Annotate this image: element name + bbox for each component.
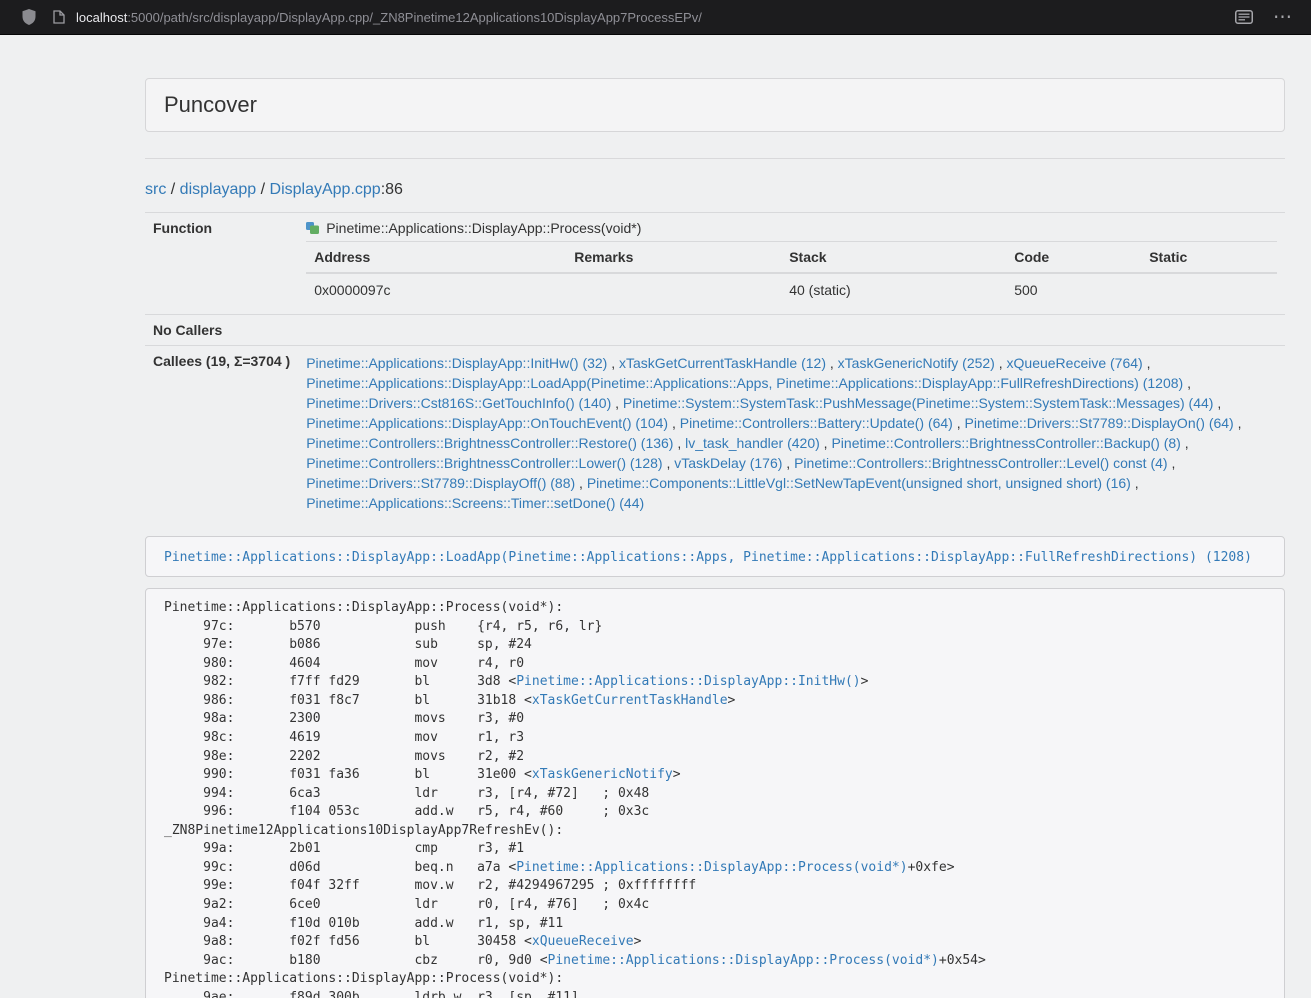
- callee-separator: ,: [611, 395, 623, 411]
- callee-link[interactable]: Pinetime::Applications::DisplayApp::OnTo…: [306, 415, 668, 431]
- stats-column-header: Address: [306, 242, 566, 274]
- stats-cell: 500: [1006, 273, 1141, 307]
- page-title: Puncover: [164, 92, 1266, 118]
- stats-row: 0x0000097c 40 (static)500: [306, 273, 1277, 307]
- breadcrumb-item[interactable]: DisplayApp.cpp: [270, 181, 381, 198]
- callee-link[interactable]: xTaskGenericNotify (252): [838, 355, 995, 371]
- shield-icon[interactable]: [22, 9, 36, 25]
- code-symbol-link[interactable]: Pinetime::Applications::DisplayApp::Proc…: [516, 860, 907, 875]
- callee-link[interactable]: Pinetime::Drivers::Cst816S::GetTouchInfo…: [306, 395, 611, 411]
- stats-column-header: Code: [1006, 242, 1141, 274]
- stats-column-header: Remarks: [566, 242, 781, 274]
- code-symbol-link[interactable]: Pinetime::Applications::DisplayApp::Init…: [516, 674, 860, 689]
- callee-separator: ,: [1131, 475, 1139, 491]
- callee-separator: ,: [673, 435, 685, 451]
- code-symbol-link[interactable]: xTaskGenericNotify: [532, 767, 673, 782]
- callees-list: Pinetime::Applications::DisplayApp::Init…: [298, 346, 1285, 521]
- function-icon: [306, 222, 319, 234]
- code-symbol-link[interactable]: Pinetime::Applications::DisplayApp::Proc…: [548, 953, 939, 968]
- disassembly-block: Pinetime::Applications::DisplayApp::Proc…: [145, 588, 1285, 998]
- callee-link[interactable]: Pinetime::Applications::Screens::Timer::…: [306, 495, 644, 511]
- function-row: Function Pinetime::Applications::Display…: [145, 213, 1285, 315]
- callee-separator: ,: [1181, 435, 1189, 451]
- callee-link[interactable]: Pinetime::System::SystemTask::PushMessag…: [623, 395, 1214, 411]
- callee-link[interactable]: Pinetime::Applications::DisplayApp::Load…: [306, 375, 1183, 391]
- callee-separator: ,: [782, 455, 794, 471]
- function-stats-table: AddressRemarksStackCodeStatic 0x0000097c…: [306, 241, 1277, 307]
- callee-link[interactable]: Pinetime::Components::LittleVgl::SetNewT…: [587, 475, 1131, 491]
- stats-column-header: Stack: [781, 242, 1006, 274]
- highlighted-symbol-panel: Pinetime::Applications::DisplayApp::Load…: [145, 536, 1285, 577]
- callee-separator: ,: [1234, 415, 1242, 431]
- no-callers-label: No Callers: [145, 315, 298, 346]
- callee-link[interactable]: Pinetime::Controllers::Battery::Update()…: [680, 415, 953, 431]
- breadcrumb-separator: /: [256, 181, 269, 198]
- function-table: Function Pinetime::Applications::Display…: [145, 212, 1285, 520]
- callee-separator: ,: [668, 415, 680, 431]
- breadcrumb-item[interactable]: src: [145, 181, 166, 198]
- breadcrumb-item[interactable]: displayapp: [180, 181, 257, 198]
- callees-label: Callees (19, Σ=3704 ): [145, 346, 298, 521]
- callee-link[interactable]: lv_task_handler (420): [685, 435, 820, 451]
- callee-link[interactable]: Pinetime::Controllers::BrightnessControl…: [306, 435, 673, 451]
- callee-link[interactable]: vTaskDelay (176): [674, 455, 782, 471]
- reader-view-icon[interactable]: [1235, 10, 1253, 24]
- callee-separator: ,: [995, 355, 1007, 371]
- page-icon: [53, 10, 65, 24]
- stats-column-header: Static: [1141, 242, 1277, 274]
- stats-header-row: AddressRemarksStackCodeStatic: [306, 242, 1277, 274]
- breadcrumb-line-number: :86: [381, 181, 403, 198]
- callee-separator: ,: [1213, 395, 1221, 411]
- callee-link[interactable]: Pinetime::Drivers::St7789::DisplayOn() (…: [965, 415, 1234, 431]
- code-symbol-link[interactable]: xTaskGetCurrentTaskHandle: [532, 693, 728, 708]
- main-content: Puncover src / displayapp / DisplayApp.c…: [145, 78, 1285, 998]
- url-host: localhost: [76, 10, 127, 25]
- callee-link[interactable]: Pinetime::Drivers::St7789::DisplayOff() …: [306, 475, 575, 491]
- stats-cell: 40 (static): [781, 273, 1006, 307]
- breadcrumb-separator: /: [166, 181, 179, 198]
- callee-separator: ,: [575, 475, 587, 491]
- callee-link[interactable]: xTaskGetCurrentTaskHandle (12): [619, 355, 826, 371]
- highlighted-symbol-link[interactable]: Pinetime::Applications::DisplayApp::Load…: [164, 550, 1252, 565]
- url-path: :5000/path/src/displayapp/DisplayApp.cpp…: [127, 10, 702, 25]
- function-name: Pinetime::Applications::DisplayApp::Proc…: [326, 220, 641, 236]
- divider: [145, 158, 1285, 159]
- callee-separator: ,: [663, 455, 675, 471]
- callee-separator: ,: [953, 415, 965, 431]
- stats-cell: 0x0000097c: [306, 273, 566, 307]
- address-bar[interactable]: localhost:5000/path/src/displayapp/Displ…: [76, 10, 702, 25]
- no-callers-row: No Callers: [145, 315, 1285, 346]
- callee-link[interactable]: Pinetime::Applications::DisplayApp::Init…: [306, 355, 607, 371]
- callee-separator: ,: [1143, 355, 1151, 371]
- stats-cell: [566, 273, 781, 307]
- callee-separator: ,: [820, 435, 832, 451]
- app-header: Puncover: [145, 78, 1285, 132]
- browser-toolbar: localhost:5000/path/src/displayapp/Displ…: [0, 0, 1311, 35]
- callee-separator: ,: [1183, 375, 1191, 391]
- function-label: Function: [145, 213, 298, 315]
- callee-link[interactable]: Pinetime::Controllers::BrightnessControl…: [831, 435, 1180, 451]
- callee-separator: ,: [1168, 455, 1176, 471]
- callee-separator: ,: [826, 355, 838, 371]
- function-name-line: Pinetime::Applications::DisplayApp::Proc…: [306, 220, 1277, 236]
- callees-row: Callees (19, Σ=3704 ) Pinetime::Applicat…: [145, 346, 1285, 521]
- breadcrumb: src / displayapp / DisplayApp.cpp:86: [145, 181, 1285, 199]
- callee-link[interactable]: Pinetime::Controllers::BrightnessControl…: [306, 455, 662, 471]
- stats-cell: [1141, 273, 1277, 307]
- overflow-menu-icon[interactable]: ⋯: [1273, 8, 1293, 27]
- callee-link[interactable]: Pinetime::Controllers::BrightnessControl…: [794, 455, 1167, 471]
- callee-link[interactable]: xQueueReceive (764): [1007, 355, 1143, 371]
- code-symbol-link[interactable]: xQueueReceive: [532, 934, 634, 949]
- callee-separator: ,: [607, 355, 619, 371]
